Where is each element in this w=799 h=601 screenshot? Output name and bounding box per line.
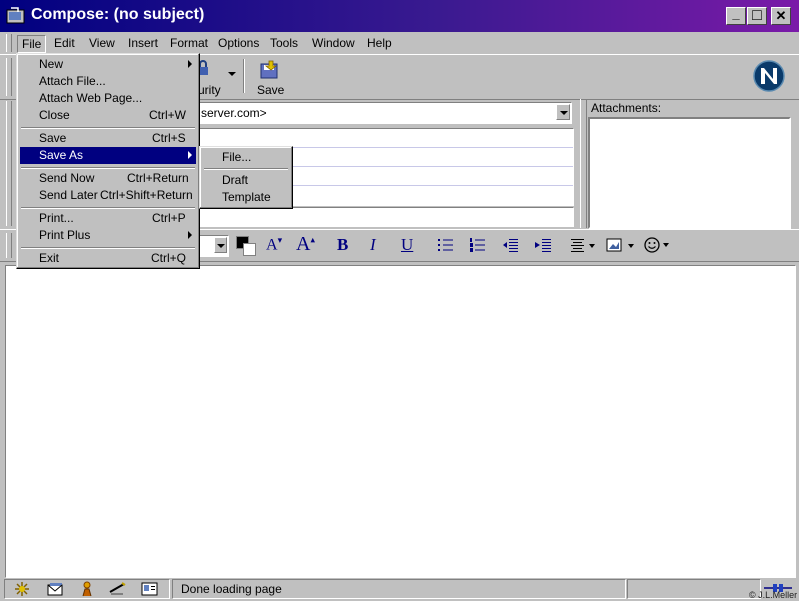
save-disk-icon [259,60,281,80]
chevron-down-icon [560,111,568,115]
menu-item-send-now[interactable]: Send Now Ctrl+Return [20,170,196,187]
message-body[interactable] [5,265,796,578]
from-dropdown-button[interactable] [556,104,570,120]
status-bar: Done loading page © J.L.Meller [0,577,799,601]
underline-button[interactable]: U [401,235,413,255]
submenu-item-file[interactable]: File... [203,149,289,166]
font-size-select[interactable] [197,235,229,257]
increase-font-icon[interactable]: A▴ [296,233,315,256]
menu-item-new[interactable]: New [20,56,196,73]
submenu-arrow-icon [188,60,192,68]
menu-item-print[interactable]: Print... Ctrl+P [20,210,196,227]
attachments-label: Attachments: [591,101,662,115]
toolbar-grip[interactable] [6,58,12,96]
bold-button[interactable]: B [337,235,348,255]
from-select[interactable]: server.com> [197,102,572,124]
menu-item-send-later[interactable]: Send Later Ctrl+Shift+Return [20,187,196,204]
security-dropdown-icon[interactable] [228,72,236,76]
menu-edit[interactable]: Edit [50,35,79,51]
save-label: Save [257,83,285,97]
numbered-list-icon[interactable] [470,238,486,252]
close-button[interactable]: ✕ [771,7,791,25]
status-progress-panel [627,579,761,599]
title-bar: Compose: (no subject) _ □ ✕ [0,0,799,32]
menu-item-attach-file[interactable]: Attach File... [20,73,196,90]
menu-format[interactable]: Format [166,35,212,51]
splitter[interactable] [580,99,587,228]
smiley-icon[interactable] [643,236,673,254]
chevron-down-icon [217,244,225,248]
from-value: server.com> [201,106,267,120]
align-menu-icon[interactable] [571,238,597,252]
mail-icon[interactable] [47,581,65,597]
netscape-logo[interactable] [753,60,785,92]
text-color-button[interactable] [236,236,256,256]
app-icon[interactable] [6,6,26,26]
bullet-list-icon[interactable] [438,238,454,252]
menubar-grip[interactable] [6,34,12,52]
security-button[interactable]: urity [195,57,240,97]
menu-separator [21,207,195,209]
bg-swatch-icon [243,243,256,256]
menu-help[interactable]: Help [363,35,396,51]
watermark: © J.L.Meller [749,590,798,600]
menu-tools[interactable]: Tools [266,35,302,51]
subject-field[interactable] [197,207,574,227]
toolbar-separator [243,59,245,93]
close-icon: ✕ [775,8,787,23]
submenu-arrow-icon [188,231,192,239]
minimize-button[interactable]: _ [726,5,746,25]
menu-file[interactable]: File [17,35,47,53]
minimize-icon: _ [732,5,740,21]
menu-item-print-plus[interactable]: Print Plus [20,227,196,244]
composer-icon[interactable] [109,581,127,597]
menu-window[interactable]: Window [308,35,359,51]
save-as-submenu: File... Draft Template [199,146,293,209]
attachments-box[interactable] [588,117,791,229]
discussion-icon[interactable] [79,581,95,597]
component-bar [4,579,170,599]
file-menu: New Attach File... Attach Web Page... Cl… [16,53,200,269]
menu-insert[interactable]: Insert [124,35,162,51]
italic-button[interactable]: I [370,235,376,255]
menu-item-attach-web-page[interactable]: Attach Web Page... [20,90,196,107]
menu-separator [21,127,195,129]
insert-object-icon[interactable] [606,237,636,253]
outdent-icon[interactable] [503,238,519,252]
maximize-icon: □ [752,7,762,24]
indent-icon[interactable] [535,238,552,252]
status-text-panel: Done loading page [172,579,626,599]
menu-separator [204,168,288,170]
window-title: Compose: (no subject) [31,6,205,23]
menu-item-exit[interactable]: Exit Ctrl+Q [20,250,196,267]
navigator-icon[interactable] [13,581,31,597]
menu-item-save-as[interactable]: Save As [20,147,196,164]
menu-options[interactable]: Options [214,35,263,51]
address-grip[interactable] [6,101,12,226]
menu-separator [21,247,195,249]
format-grip[interactable] [6,233,12,258]
font-size-dropdown-button[interactable] [214,237,227,253]
menu-view[interactable]: View [85,35,119,51]
submenu-item-template[interactable]: Template [203,189,289,206]
status-text: Done loading page [181,582,282,596]
menu-separator [21,167,195,169]
maximize-button[interactable]: □ [747,7,767,25]
submenu-arrow-icon [188,151,192,159]
submenu-item-draft[interactable]: Draft [203,172,289,189]
save-button[interactable]: Save [250,57,290,97]
address-book-icon[interactable] [141,581,159,597]
menu-bar: File Edit View Insert Format Options Too… [0,32,799,54]
menu-item-close[interactable]: Close Ctrl+W [20,107,196,124]
decrease-font-icon[interactable]: A▾ [266,235,282,254]
menu-item-save[interactable]: Save Ctrl+S [20,130,196,147]
security-label: urity [198,83,221,97]
